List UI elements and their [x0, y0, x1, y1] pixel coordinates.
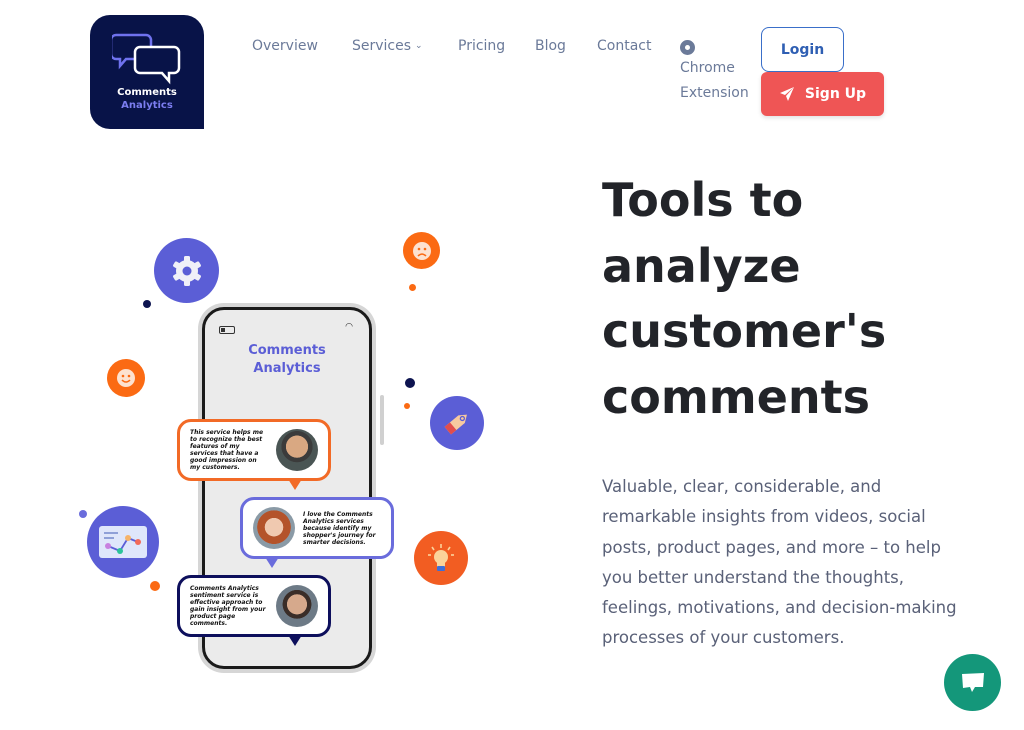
hero-description: Valuable, clear, considerable, and remar… [602, 477, 957, 648]
lightbulb-icon [414, 531, 468, 585]
hero-illustration: ◠ Comments Analytics This service helps … [70, 225, 500, 685]
nav-pricing[interactable]: Pricing [458, 38, 505, 54]
avatar [253, 507, 295, 549]
decor-dot [405, 378, 415, 388]
testimonial-text: Comments Analytics sentiment service is … [190, 585, 266, 627]
testimonial-bubble: I love the Comments Analytics services b… [240, 497, 394, 568]
nav-contact[interactable]: Contact [597, 38, 651, 54]
phone-app-title: Comments Analytics [248, 343, 326, 376]
chat-bubbles-icon [112, 33, 181, 85]
brand-name-line2: Analytics [121, 100, 173, 111]
nav-services-label: Services [352, 38, 412, 54]
brand-name-line1: Comments [117, 87, 177, 98]
avatar [276, 429, 318, 471]
paper-plane-icon [779, 87, 794, 101]
landing-page: Comments Analytics Overview Services ⌄ Pr… [0, 0, 1024, 730]
chat-widget-button[interactable] [944, 654, 1001, 711]
testimonial-text: I love the Comments Analytics services b… [303, 510, 376, 546]
bubble-tail [288, 479, 302, 490]
wifi-icon: ◠ [345, 322, 353, 332]
nav-extension-line2: Extension [680, 84, 749, 101]
decor-dot [79, 510, 87, 518]
nav-overview[interactable]: Overview [252, 38, 318, 54]
nav-chrome-extension[interactable]: Chrome Extension [680, 40, 760, 105]
chrome-icon [680, 40, 695, 55]
login-button[interactable]: Login [761, 27, 844, 72]
avatar [276, 585, 318, 627]
nav-blog[interactable]: Blog [535, 38, 566, 54]
testimonial-text: This service helps me to recognize the b… [190, 429, 264, 471]
gear-icon [154, 238, 219, 303]
sad-face-icon [403, 232, 440, 269]
bubble-tail [265, 557, 279, 568]
hero-title: Tools to analyze customer's comments [602, 173, 887, 424]
testimonial-bubble: Comments Analytics sentiment service is … [177, 575, 331, 646]
signup-label: Sign Up [804, 86, 867, 102]
decor-dot [404, 403, 410, 409]
chart-card-icon [87, 506, 159, 578]
price-tag-icon [430, 396, 484, 450]
chat-bubble-icon [961, 672, 984, 692]
signup-button[interactable]: Sign Up [761, 72, 884, 116]
testimonial-bubble: This service helps me to recognize the b… [177, 419, 331, 490]
chevron-down-icon: ⌄ [415, 41, 423, 51]
phone-side-button [380, 395, 384, 445]
decor-dot [150, 581, 160, 591]
brand-logo[interactable]: Comments Analytics [90, 15, 204, 129]
decor-dot [409, 284, 416, 291]
nav-services[interactable]: Services ⌄ [352, 38, 423, 54]
battery-icon [219, 326, 235, 334]
decor-dot [143, 300, 151, 308]
nav-extension-line1: Chrome [680, 60, 735, 76]
bubble-tail [288, 635, 302, 646]
smiley-face-icon [107, 359, 145, 397]
